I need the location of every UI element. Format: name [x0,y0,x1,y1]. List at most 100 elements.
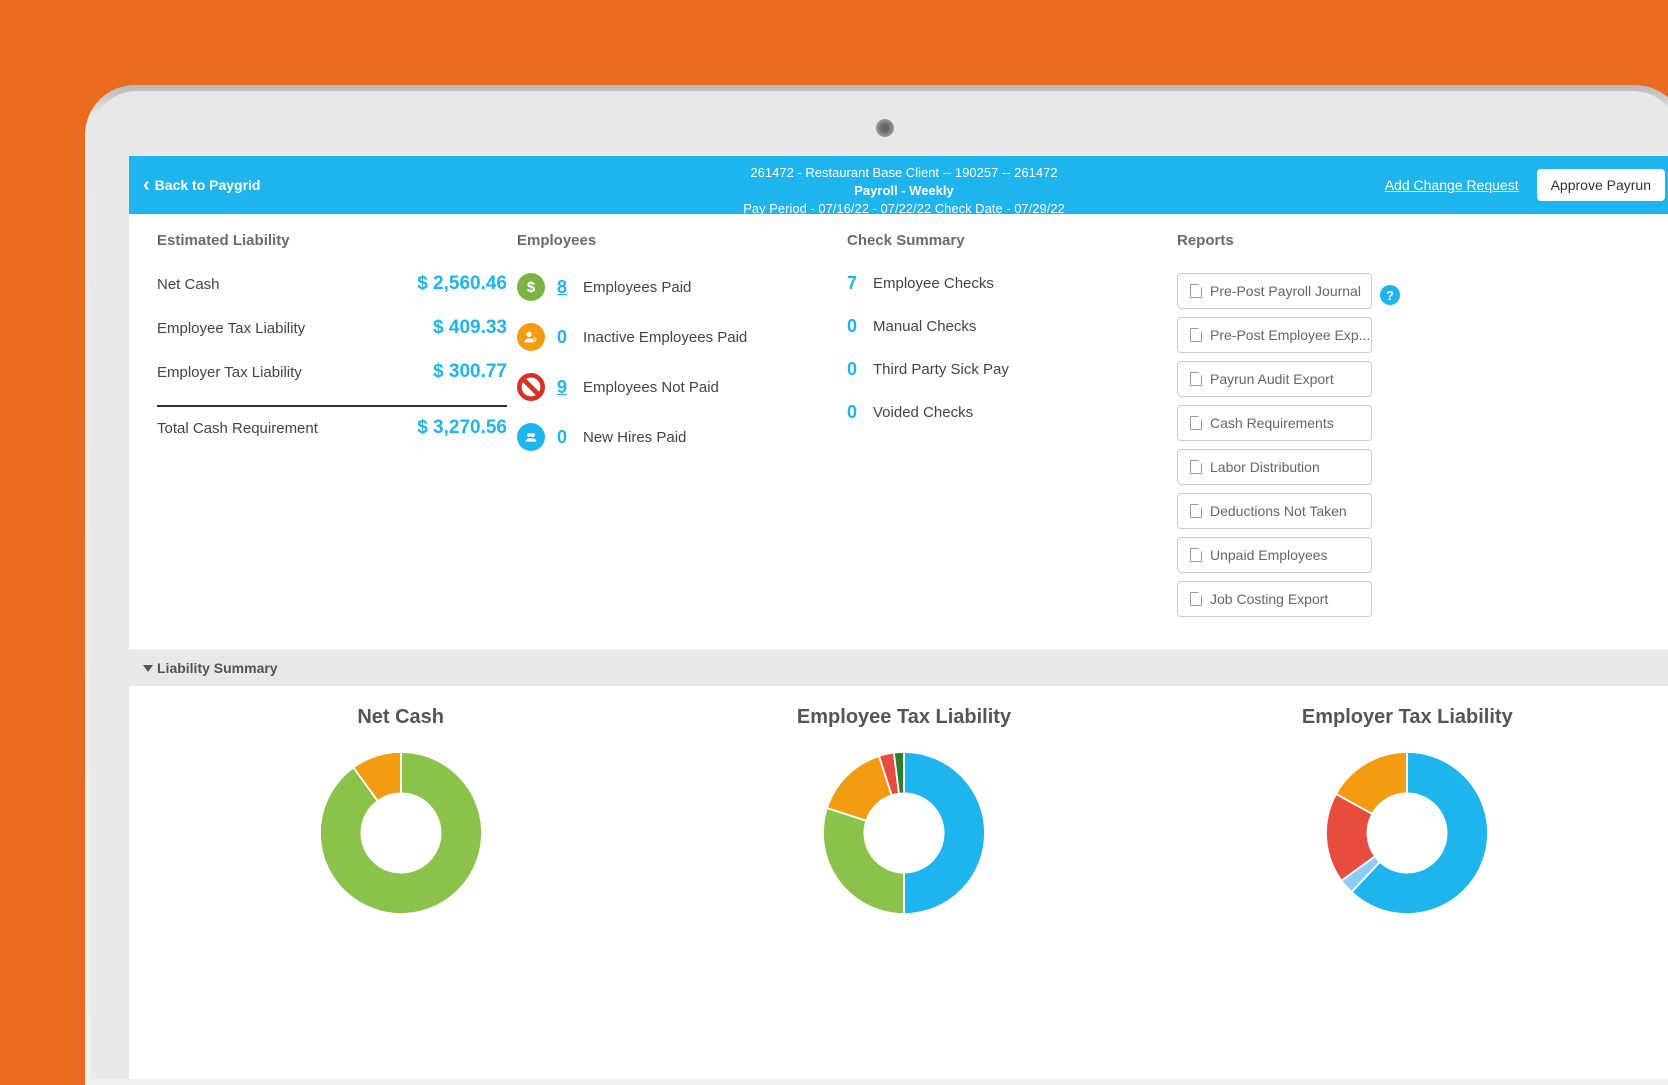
add-change-request-link[interactable]: Add Change Request [1385,177,1519,193]
report-deductions-not-taken[interactable]: Deductions Not Taken [1177,493,1372,529]
third-party-row: 0 Third Party Sick Pay [847,359,1167,380]
not-paid-row: 9 Employees Not Paid [517,373,837,401]
third-party-label: Third Party Sick Pay [873,361,1009,378]
report-label: Cash Requirements [1210,415,1334,431]
back-link-label: Back to Paygrid [155,177,261,193]
liability-summary-toggle[interactable]: Liability Summary [129,650,1668,686]
pdf-icon [1190,548,1202,562]
payroll-type: Payroll - Weekly [743,182,1065,200]
report-payrun-audit-export[interactable]: Payrun Audit Export [1177,361,1372,397]
prohibit-icon [517,373,545,401]
report-label: Pre-Post Payroll Journal [1210,283,1361,299]
chart-title-emp-tax: Employee Tax Liability [652,706,1155,729]
emp-tax-value: $ 409.33 [433,317,507,339]
header-actions: Add Change Request Approve Payrun [1385,169,1665,201]
voided-checks-row: 0 Voided Checks [847,402,1167,423]
net-cash-label: Net Cash [157,276,220,293]
empr-tax-value: $ 300.77 [433,361,507,383]
report-cash-requirements[interactable]: Cash Requirements [1177,405,1372,441]
emp-tax-label: Employee Tax Liability [157,320,305,337]
employee-checks-label: Employee Checks [873,275,994,292]
report-label: Payrun Audit Export [1210,371,1334,387]
dollar-icon: $ [517,273,545,301]
employees-paid-label: Employees Paid [583,279,691,296]
report-unpaid-employees[interactable]: Unpaid Employees [1177,537,1372,573]
report-prepost-employee-exp[interactable]: Pre-Post Employee Exp... [1177,317,1372,353]
report-label: Job Costing Export [1210,591,1328,607]
check-summary-header: Check Summary [847,232,1167,249]
charts-row: Net Cash Employee Tax Liability Employer… [129,686,1668,928]
report-label: Pre-Post Employee Exp... [1210,327,1370,343]
chevron-left-icon: ‹ [143,175,150,195]
liability-divider [157,405,507,407]
chart-emp-tax: Employee Tax Liability [652,706,1155,928]
pdf-icon [1190,504,1202,518]
employees-header: Employees [517,232,837,249]
liability-summary-label: Liability Summary [157,660,278,676]
pdf-icon [1190,460,1202,474]
pdf-icon [1190,328,1202,342]
report-labor-distribution[interactable]: Labor Distribution [1177,449,1372,485]
header-center-info: 261472 - Restaurant Base Client -- 19025… [743,164,1065,219]
new-hires-row: 0 New Hires Paid [517,423,837,451]
check-summary-column: Check Summary 7 Employee Checks 0 Manual… [847,232,1167,625]
summary-grid: Estimated Liability Net Cash $ 2,560.46 … [129,214,1668,650]
approve-payrun-button[interactable]: Approve Payrun [1537,169,1665,201]
donut-net-cash [311,743,491,923]
liability-column: Estimated Liability Net Cash $ 2,560.46 … [157,232,507,625]
manual-checks-label: Manual Checks [873,318,976,335]
report-label: Labor Distribution [1210,459,1320,475]
chart-empr-tax: Employer Tax Liability [1156,706,1659,928]
manual-checks-count: 0 [847,316,861,337]
manual-checks-row: 0 Manual Checks [847,316,1167,337]
total-cash-label: Total Cash Requirement [157,420,318,437]
back-to-paygrid-link[interactable]: ‹ Back to Paygrid [143,175,261,195]
report-prepost-payroll-journal[interactable]: Pre-Post Payroll Journal [1177,273,1372,309]
pdf-icon [1190,592,1202,606]
voided-checks-label: Voided Checks [873,404,973,421]
chart-net-cash: Net Cash [149,706,652,928]
header-bar: ‹ Back to Paygrid 261472 - Restaurant Ba… [129,156,1668,214]
inactive-paid-row: 0 Inactive Employees Paid [517,323,837,351]
tablet-inner: ‹ Back to Paygrid 261472 - Restaurant Ba… [91,91,1668,1079]
period-line: Pay Period - 07/16/22 - 07/22/22 Check D… [743,200,1065,218]
empr-tax-label: Employer Tax Liability [157,364,302,381]
pdf-icon [1190,284,1202,298]
report-label: Deductions Not Taken [1210,503,1347,519]
total-cash-value: $ 3,270.56 [417,417,507,439]
tablet-camera [876,119,894,137]
group-icon [517,423,545,451]
tablet-frame: ‹ Back to Paygrid 261472 - Restaurant Ba… [85,85,1668,1085]
employee-checks-row: 7 Employee Checks [847,273,1167,294]
pdf-icon [1190,372,1202,386]
employees-column: Employees $ 8 Employees Paid 0 Inactive … [517,232,837,625]
report-job-costing-export[interactable]: Job Costing Export [1177,581,1372,617]
new-hires-label: New Hires Paid [583,429,686,446]
liability-header: Estimated Liability [157,232,507,249]
donut-emp-tax [814,743,994,923]
donut-empr-tax [1317,743,1497,923]
employees-paid-row: $ 8 Employees Paid [517,273,837,301]
not-paid-label: Employees Not Paid [583,379,719,396]
inactive-paid-label: Inactive Employees Paid [583,329,747,346]
third-party-count: 0 [847,359,861,380]
net-cash-row: Net Cash $ 2,560.46 [157,273,507,295]
chart-title-net-cash: Net Cash [149,706,652,729]
new-hires-count: 0 [557,427,571,448]
employees-paid-count[interactable]: 8 [557,277,571,298]
client-line: 261472 - Restaurant Base Client -- 19025… [743,164,1065,182]
report-label: Unpaid Employees [1210,547,1328,563]
empr-tax-row: Employer Tax Liability $ 300.77 [157,361,507,383]
total-cash-row: Total Cash Requirement $ 3,270.56 [157,417,507,439]
inactive-user-icon [517,323,545,351]
inactive-paid-count: 0 [557,327,571,348]
not-paid-count[interactable]: 9 [557,377,571,398]
help-icon[interactable]: ? [1380,285,1400,305]
voided-checks-count: 0 [847,402,861,423]
employee-checks-count: 7 [847,273,861,294]
reports-column: Reports Pre-Post Payroll Journal ? Pre-P… [1177,232,1651,625]
emp-tax-row: Employee Tax Liability $ 409.33 [157,317,507,339]
triangle-down-icon [143,665,153,672]
chart-title-empr-tax: Employer Tax Liability [1156,706,1659,729]
app-screen: ‹ Back to Paygrid 261472 - Restaurant Ba… [129,156,1668,1079]
